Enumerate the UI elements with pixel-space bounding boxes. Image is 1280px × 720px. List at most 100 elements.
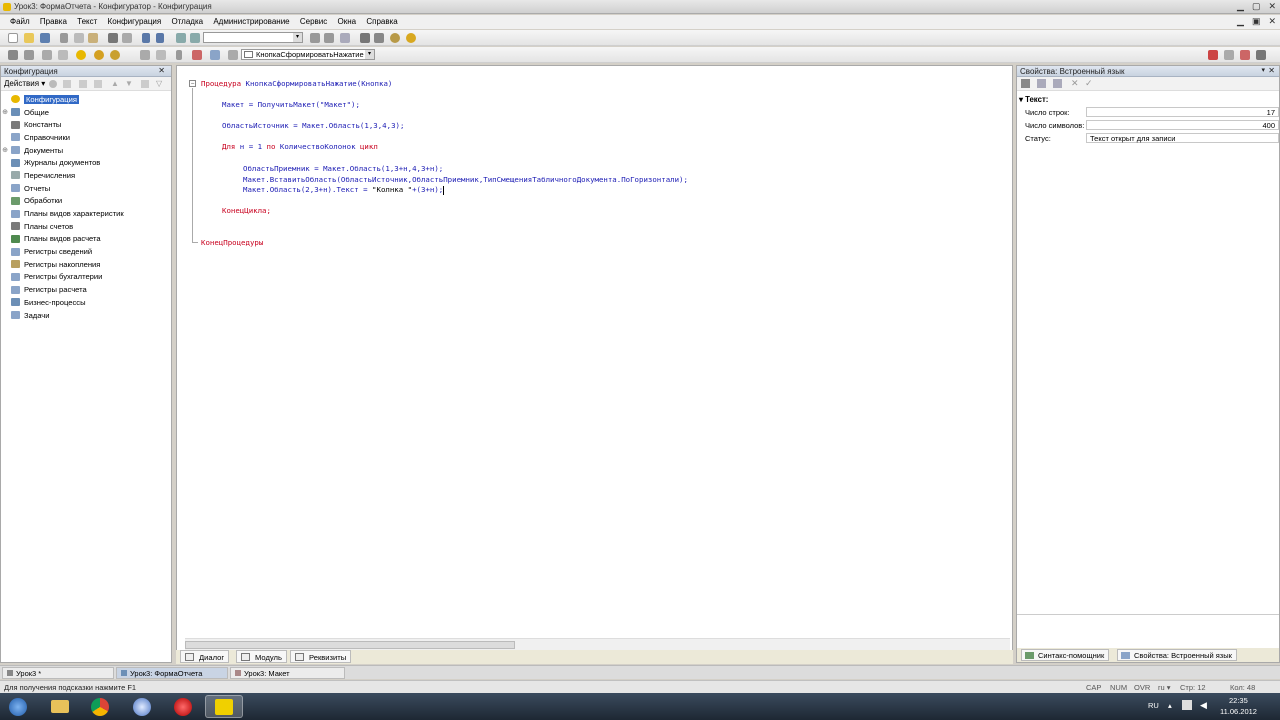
menu-text[interactable]: Текст [73, 15, 101, 28]
tree-item[interactable]: Планы видов расчета [1, 233, 171, 246]
close-icon[interactable]: ✕ [1268, 66, 1275, 75]
menu-file[interactable]: Файл [0, 15, 34, 28]
tab-syntax-helper[interactable]: Синтакс-помощник [1021, 649, 1110, 661]
copy-icon[interactable] [79, 80, 87, 88]
find-prev-icon[interactable] [310, 33, 320, 43]
tree-item[interactable]: Регистры накопления [1, 258, 171, 271]
tree-item[interactable]: Журналы документов [1, 156, 171, 169]
window-tab-report-form[interactable]: Урок3: ФормаОтчета [116, 667, 228, 679]
tab-properties[interactable]: Свойства: Встроенный язык [1117, 649, 1237, 661]
mdi-close-icon[interactable]: ✕ [1268, 16, 1276, 27]
debug-icon[interactable] [94, 50, 104, 60]
move-up-icon[interactable]: ▲ [111, 79, 119, 88]
bookmark-red-icon[interactable] [1208, 50, 1218, 60]
tree-item[interactable]: ⊕ Документы [1, 144, 171, 157]
comment-icon[interactable] [176, 50, 182, 60]
chars-count-value[interactable]: 400 [1086, 120, 1279, 130]
tab-module[interactable]: Модуль [236, 650, 287, 663]
tree-item[interactable]: Обработки [1, 195, 171, 208]
goto-icon[interactable] [156, 50, 166, 60]
close-icon[interactable]: ✕ [1071, 78, 1079, 89]
preview-icon[interactable] [122, 33, 132, 43]
tree-item[interactable]: Регистры бухгалтерии [1, 271, 171, 284]
sort-icon[interactable] [1021, 79, 1030, 88]
tab-dialog[interactable]: Диалог [180, 650, 230, 663]
replace-icon[interactable] [324, 33, 334, 43]
fold-toggle-icon[interactable]: − [189, 80, 196, 87]
run-icon[interactable] [76, 50, 86, 60]
search-combo[interactable]: ▾ [203, 32, 303, 43]
minimize-icon[interactable]: ▁ [1237, 1, 1244, 12]
chevron-down-icon[interactable]: ▾ [365, 50, 374, 59]
tray-up-icon[interactable]: ▴ [1168, 701, 1172, 710]
taskbar-explorer[interactable] [41, 695, 79, 718]
expand-icon[interactable]: ⊕ [1, 108, 9, 116]
tree-item[interactable]: Отчеты [1, 182, 171, 195]
find-next-icon[interactable] [190, 33, 200, 43]
filter-icon[interactable] [1053, 79, 1062, 88]
config-tree-icon[interactable] [1224, 50, 1234, 60]
find-icon[interactable] [176, 33, 186, 43]
tab-attributes[interactable]: Реквизиты [290, 650, 352, 663]
chevron-down-icon[interactable]: ▾ [293, 33, 302, 42]
tree-item[interactable]: Планы счетов [1, 220, 171, 233]
scroll-thumb[interactable] [185, 641, 515, 649]
open-icon[interactable] [24, 33, 34, 43]
taskbar-1c[interactable] [205, 695, 243, 718]
menu-windows[interactable]: Окна [334, 15, 361, 28]
tray-lang[interactable]: RU [1148, 701, 1159, 710]
close-icon[interactable]: ✕ [1268, 1, 1276, 12]
move-down-icon[interactable]: ▼ [125, 79, 133, 88]
procedure-icon[interactable] [228, 50, 238, 60]
paste-icon[interactable] [88, 33, 98, 43]
tree-item[interactable]: Регистры расчета [1, 283, 171, 296]
close-icon[interactable]: ✕ [158, 66, 165, 75]
edit-icon[interactable] [63, 80, 71, 88]
status-value[interactable]: Текст открыт для записи [1086, 133, 1279, 143]
redo-icon[interactable] [156, 33, 164, 43]
taskbar-recorder[interactable] [164, 695, 202, 718]
window-icon[interactable] [58, 50, 68, 60]
tray-date[interactable]: 11.06.2012 [1220, 707, 1257, 716]
settings-icon[interactable] [390, 33, 400, 43]
copy-icon[interactable] [74, 33, 84, 43]
lines-count-value[interactable]: 17 [1086, 107, 1279, 117]
volume-icon[interactable]: ◀ [1200, 700, 1207, 711]
procedure-select[interactable]: КнопкаСформироватьНажатие ▾ [241, 49, 375, 60]
uncomment-icon[interactable] [192, 50, 202, 60]
mdi-restore-icon[interactable]: ▣ [1252, 16, 1261, 27]
cut-icon[interactable] [60, 33, 68, 43]
tree-item[interactable]: Задачи [1, 309, 171, 322]
tree-item[interactable]: Регистры сведений [1, 245, 171, 258]
menu-configuration[interactable]: Конфигурация [104, 15, 166, 28]
menu-help[interactable]: Справка [362, 15, 401, 28]
menu-debug[interactable]: Отладка [167, 15, 207, 28]
code-area[interactable]: − Процедура КнопкаСформироватьНажатие(Кн… [177, 66, 1012, 638]
compare-icon[interactable] [42, 50, 52, 60]
menu-administration[interactable]: Администрирование [209, 15, 293, 28]
bookmark-icon[interactable] [340, 33, 350, 43]
syntax-check-icon[interactable] [360, 33, 370, 43]
filter-icon[interactable]: ▽ [156, 79, 162, 88]
new-icon[interactable] [8, 33, 18, 43]
check-icon[interactable]: ✓ [1085, 78, 1093, 89]
tree-item[interactable]: Константы [1, 118, 171, 131]
taskbar-chrome[interactable] [81, 695, 119, 718]
tree-item[interactable]: Справочники [1, 131, 171, 144]
mdi-minimize-icon[interactable]: ▁ [1237, 16, 1244, 27]
open-config-icon[interactable] [1256, 50, 1266, 60]
enterprise-icon[interactable] [110, 50, 120, 60]
procedure-list-icon[interactable] [140, 50, 150, 60]
add-icon[interactable] [49, 80, 57, 88]
delete-icon[interactable] [1240, 50, 1250, 60]
tray-time[interactable]: 22:35 [1229, 696, 1248, 705]
sort-icon[interactable] [141, 80, 149, 88]
horizontal-scrollbar[interactable] [185, 638, 1010, 650]
chevron-down-icon[interactable]: ▾ [1261, 66, 1265, 74]
actions-menu[interactable]: Действия ▾ [4, 79, 45, 88]
tree-item[interactable]: Перечисления [1, 169, 171, 182]
status-lang[interactable]: ru ▾ [1158, 683, 1171, 692]
print-icon[interactable] [108, 33, 118, 43]
module-icon[interactable] [374, 33, 384, 43]
window-tab-layout[interactable]: Урок3: Макет [230, 667, 345, 679]
